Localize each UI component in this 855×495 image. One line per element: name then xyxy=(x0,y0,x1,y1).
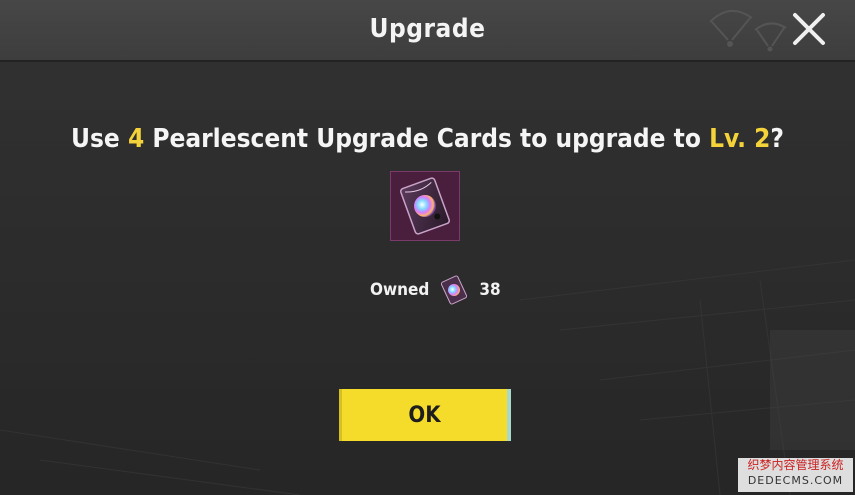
watermark-line1: 织梦内容管理系统 xyxy=(747,458,844,472)
watermark: 织梦内容管理系统 DEDECMS.COM xyxy=(738,458,853,492)
ok-button[interactable]: OK xyxy=(339,389,511,441)
close-icon[interactable] xyxy=(788,8,830,50)
target-level: Lv. 2 xyxy=(709,124,771,154)
owned-count-row: Owned 38 xyxy=(370,275,501,305)
upgrade-prompt: Use 4 Pearlescent Upgrade Cards to upgra… xyxy=(0,124,855,154)
watermark-line2: DEDECMS.COM xyxy=(747,474,844,487)
dialog-title: Upgrade xyxy=(369,14,486,44)
upgrade-card-slot xyxy=(390,171,460,241)
prompt-suffix: ? xyxy=(770,124,784,154)
upgrade-dialog: Upgrade Use 4 Pearlescent Upgrade Cards … xyxy=(0,0,855,495)
owned-count: 38 xyxy=(479,280,501,300)
ok-button-label: OK xyxy=(408,402,441,428)
pearlescent-upgrade-card-icon xyxy=(399,177,451,235)
prompt-middle: Pearlescent Upgrade Cards to upgrade to xyxy=(144,124,710,154)
prompt-prefix: Use xyxy=(71,124,128,154)
owned-label: Owned xyxy=(370,280,430,300)
card-count: 4 xyxy=(127,124,145,154)
pearlescent-upgrade-card-icon xyxy=(441,275,468,305)
dialog-header: Upgrade xyxy=(0,0,855,62)
